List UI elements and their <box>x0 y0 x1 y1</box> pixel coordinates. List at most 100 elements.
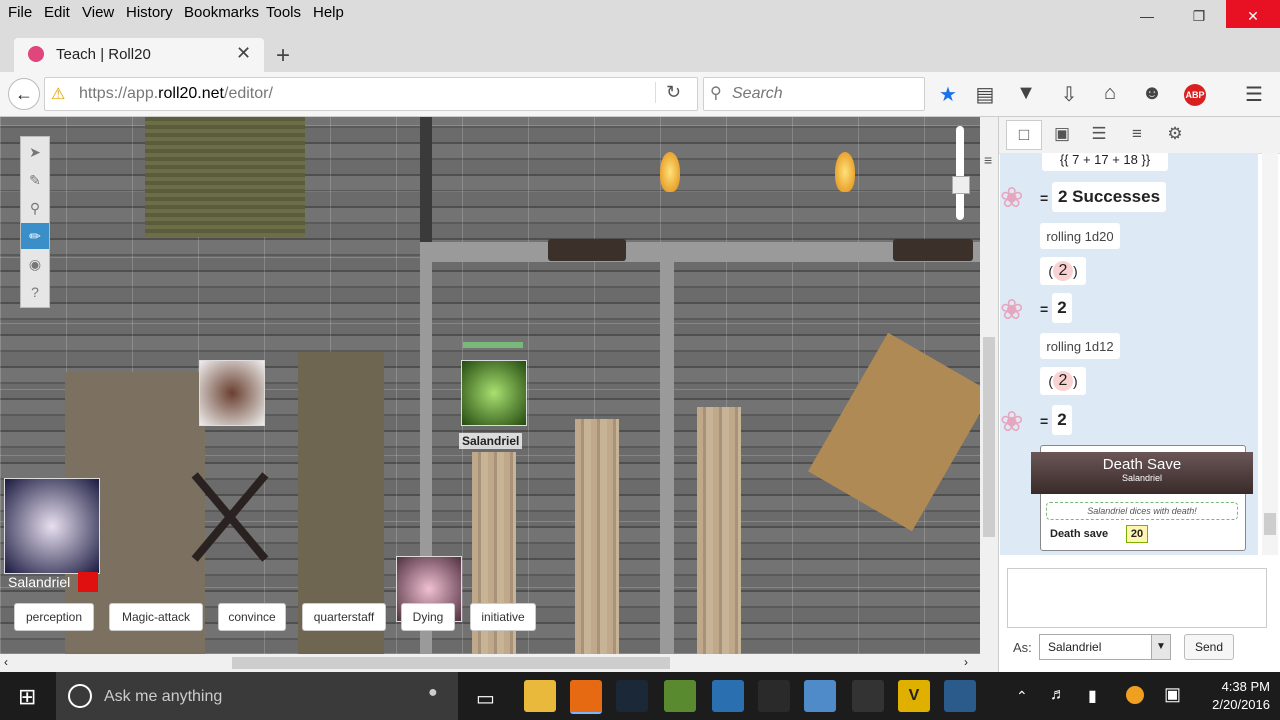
volume-icon[interactable]: ♬ <box>1050 686 1066 704</box>
app-icon-cube[interactable] <box>758 680 790 712</box>
emoji-icon[interactable]: ☻ <box>1139 82 1165 105</box>
chat-scroll-thumb[interactable] <box>1264 513 1276 535</box>
url-text: https://app.roll20.net/editor/ <box>79 85 273 103</box>
app-icon-window[interactable] <box>804 680 836 712</box>
scroll-left-icon[interactable]: ‹ <box>4 655 8 669</box>
search-bar[interactable]: ⚲ Search <box>703 77 925 111</box>
template-row-value: 20 <box>1126 525 1148 543</box>
app-icon-swirl[interactable] <box>852 680 884 712</box>
taskbar-clock[interactable]: 4:38 PM 2/20/2016 <box>1196 678 1270 714</box>
pocket-icon[interactable]: ▼ <box>1013 82 1039 105</box>
minecraft-icon[interactable] <box>664 680 696 712</box>
chat-roll-dice-1d20: (2) <box>1040 257 1086 285</box>
cortana-search-box[interactable]: Ask me anything ● <box>56 672 458 720</box>
battery-icon[interactable]: ▮ <box>1088 686 1097 706</box>
app-icon-v[interactable]: V <box>898 680 930 712</box>
map-square-table <box>808 332 980 532</box>
torch-flame-1 <box>660 152 680 192</box>
firefox-icon[interactable] <box>570 680 602 714</box>
cortana-placeholder: Ask me anything <box>104 688 223 705</box>
send-button[interactable]: Send <box>1184 634 1234 660</box>
creature-token[interactable] <box>199 360 265 426</box>
reading-list-icon[interactable]: ▤ <box>972 82 998 107</box>
map-vertical-scrollbar[interactable] <box>980 117 998 673</box>
selected-token-salandriel[interactable] <box>461 360 527 426</box>
map-horizontal-scroll-thumb[interactable] <box>232 657 670 669</box>
bookmark-star-icon[interactable]: ★ <box>935 82 961 107</box>
notifications-icon[interactable]: ▣ <box>1164 684 1181 705</box>
zoom-slider-handle[interactable] <box>952 176 970 194</box>
template-flavor: Salandriel dices with death! <box>1046 502 1238 520</box>
new-tab-icon[interactable]: + <box>276 42 290 70</box>
art-library-tab-icon[interactable]: ▣ <box>1045 120 1079 148</box>
macro-magic-attack[interactable]: Magic-attack <box>109 603 203 631</box>
chevron-down-icon[interactable]: ▼ <box>1151 635 1170 659</box>
ruler-tool-icon[interactable]: ✏ <box>21 223 49 249</box>
sidebar-toggle-icon[interactable]: ≡ <box>984 152 992 168</box>
select-tool-icon[interactable]: ➤ <box>21 139 49 165</box>
map-vertical-scroll-thumb[interactable] <box>983 337 995 537</box>
dice-result: 2 <box>1053 261 1073 281</box>
menu-help[interactable]: Help <box>313 4 344 21</box>
fog-tool-icon[interactable]: ◉ <box>21 251 49 277</box>
tray-chevron-icon[interactable]: ⌃ <box>1016 688 1028 705</box>
template-title: Death Save <box>1102 456 1182 473</box>
adblock-icon[interactable]: ABP <box>1184 84 1206 106</box>
menu-view[interactable]: View <box>82 4 114 21</box>
back-arrow-icon[interactable]: ← <box>8 78 40 110</box>
task-view-icon[interactable]: ▭ <box>476 686 495 711</box>
file-explorer-icon[interactable] <box>524 680 556 712</box>
macro-dying[interactable]: Dying <box>401 603 455 631</box>
macro-perception[interactable]: perception <box>14 603 94 631</box>
equals-sign: = <box>1040 413 1049 429</box>
download-icon[interactable]: ⇩ <box>1056 82 1082 107</box>
tab-roll20[interactable]: Teach | Roll20 ✕ <box>14 38 264 72</box>
map-plank-3 <box>697 407 741 654</box>
menu-tools[interactable]: Tools <box>266 4 301 21</box>
settings-gear-icon[interactable]: ⚙ <box>1158 120 1192 148</box>
zoom-tool-icon[interactable]: ⚲ <box>21 195 49 221</box>
dice-result: 2 <box>1053 371 1073 391</box>
template-header: Death Save Salandriel <box>1031 452 1253 494</box>
tray-app-icon[interactable] <box>1126 686 1144 704</box>
macro-convince[interactable]: convince <box>218 603 286 631</box>
url-suffix: /editor/ <box>224 85 273 102</box>
home-icon[interactable]: ⌂ <box>1097 82 1123 105</box>
chat-result-1d12: 2 <box>1052 405 1072 435</box>
chat-input[interactable] <box>1007 568 1267 628</box>
menu-edit[interactable]: Edit <box>44 4 70 21</box>
jukebox-tab-icon[interactable]: ≡ <box>1120 120 1154 148</box>
chat-tab-icon[interactable]: □ <box>1006 120 1042 150</box>
warning-lock-icon[interactable]: ⚠ <box>51 84 65 104</box>
map-plank-2 <box>575 419 619 654</box>
help-tool-icon[interactable]: ? <box>21 279 49 305</box>
macro-quarterstaff[interactable]: quarterstaff <box>302 603 386 631</box>
url-bar[interactable]: ⚠ https://app.roll20.net/editor/ ↻ <box>44 77 698 111</box>
steam-icon[interactable] <box>616 680 648 712</box>
clock-date: 2/20/2016 <box>1212 697 1270 712</box>
menu-file[interactable]: File <box>8 4 32 21</box>
reload-icon[interactable]: ↻ <box>655 82 681 103</box>
menu-history[interactable]: History <box>126 4 173 21</box>
roll20-favicon-icon <box>28 46 44 62</box>
zoom-slider[interactable] <box>956 126 964 220</box>
player-avatar-icon: ❀ <box>1000 406 1024 437</box>
scroll-right-icon[interactable]: › <box>964 655 968 669</box>
hamburger-menu-icon[interactable]: ☰ <box>1241 82 1267 107</box>
cortana-icon <box>68 684 92 708</box>
close-tab-icon[interactable]: ✕ <box>236 43 251 64</box>
chat-scrollbar[interactable] <box>1262 153 1278 555</box>
speaking-as-select[interactable]: Salandriel ▼ <box>1039 634 1171 660</box>
player-avatar-icon: ❀ <box>1000 294 1024 325</box>
app-icon-blue[interactable] <box>712 680 744 712</box>
template-subtitle: Salandriel <box>1121 473 1163 483</box>
menu-bookmarks[interactable]: Bookmarks <box>184 4 259 21</box>
windows-start-icon[interactable]: ⊞ <box>18 684 36 710</box>
url-domain: roll20.net <box>158 85 224 102</box>
app-icon-sketch[interactable] <box>944 680 976 712</box>
draw-tool-icon[interactable]: ✎ <box>21 167 49 193</box>
macro-initiative[interactable]: initiative <box>470 603 536 631</box>
salandriel-token[interactable] <box>4 478 100 574</box>
microphone-icon[interactable]: ● <box>428 684 438 702</box>
journal-tab-icon[interactable]: ☰ <box>1082 120 1116 148</box>
